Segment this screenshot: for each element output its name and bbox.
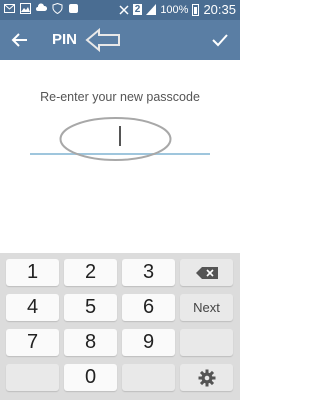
numeric-keyboard: 1 2 3 4 5 6 Next 7 8 9 0 [0,253,240,400]
next-key[interactable]: Next [180,294,233,321]
key-0[interactable]: 0 [64,364,117,391]
battery-percent: 100% [160,3,189,16]
checkmark-icon[interactable] [208,28,232,52]
image-icon [20,3,31,14]
key-9[interactable]: 9 [122,329,175,356]
toolbar: PIN [0,20,240,60]
key-3[interactable]: 3 [122,259,175,286]
message-icon [4,4,15,13]
annotation-circle-icon [59,117,172,161]
status-bar: 2 100% 20:35 [0,0,240,20]
system-status: 2 100% 20:35 [119,2,236,17]
key-1[interactable]: 1 [6,259,59,286]
cloud-icon [36,3,47,11]
battery-icon [192,3,200,16]
key-5[interactable]: 5 [64,294,117,321]
gear-icon [198,369,215,386]
signal-icon [146,4,157,15]
notification-icons [4,3,79,14]
notification-icon [69,4,78,13]
sim-indicator: 2 [132,4,143,15]
shield-icon [52,3,63,14]
page-title: PIN [52,31,78,48]
blank-key [180,329,233,356]
key-7[interactable]: 7 [6,329,59,356]
backspace-key[interactable] [180,259,233,286]
clock: 20:35 [203,2,236,17]
blank-key [122,364,175,391]
passcode-prompt: Re-enter your new passcode [40,90,200,104]
key-8[interactable]: 8 [64,329,117,356]
back-arrow-icon[interactable] [8,28,32,52]
settings-key[interactable] [180,364,233,391]
annotation-arrow-icon [85,27,120,53]
key-2[interactable]: 2 [64,259,117,286]
key-4[interactable]: 4 [6,294,59,321]
blank-key [6,364,59,391]
mute-icon [119,4,129,15]
key-6[interactable]: 6 [122,294,175,321]
backspace-icon [195,266,218,279]
